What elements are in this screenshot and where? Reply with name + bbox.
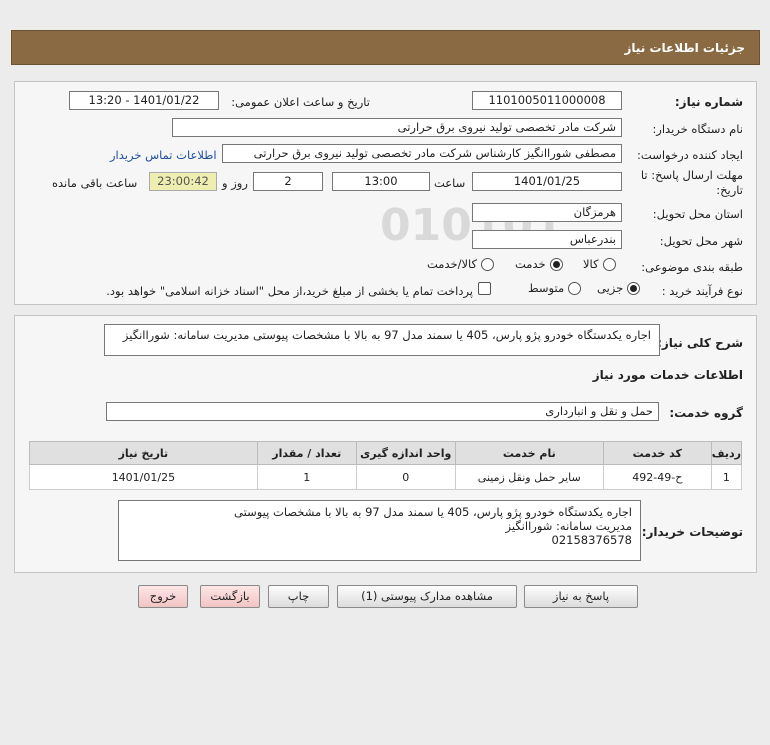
province-label: استان محل تحویل: (652, 207, 743, 221)
cell-quantity: 1 (256, 464, 357, 490)
back-button[interactable]: بازگشت (200, 585, 260, 608)
col-quantity: تعداد / مقدار (256, 441, 357, 465)
print-button[interactable]: چاپ (268, 585, 329, 608)
category-goods-label: کالا (583, 257, 599, 271)
buyer-contact-link[interactable]: اطلاعات تماس خریدار (110, 148, 217, 162)
col-service-name: نام خدمت (454, 441, 604, 465)
remaining-label: ساعت باقی مانده (52, 176, 138, 190)
purchase-label: نوع فرآیند خرید : (661, 284, 743, 298)
purchase-partial-label: جزیی (597, 281, 624, 295)
radio-partial[interactable] (627, 281, 641, 295)
purchase-medium-label: متوسط (528, 281, 565, 295)
buyer-notes-line-3: 02158376578 (551, 533, 632, 547)
category-goods-service-label: کالا/خدمت (427, 257, 478, 271)
services-table: ردیف کد خدمت نام خدمت واحد اندازه گیری ت… (29, 441, 743, 490)
city-field: بندرعباس (472, 230, 622, 249)
category-service-label: خدمت (515, 257, 546, 271)
table-row: 1 ح-49-492 سایر حمل ونقل زمینی 0 1 1401/… (29, 464, 743, 490)
deadline-time-label: ساعت (434, 176, 466, 190)
table-header-row: ردیف کد خدمت نام خدمت واحد اندازه گیری ت… (29, 441, 743, 465)
buyer-notes-box: اجاره یکدستگاه خودرو پژو پارس، 405 یا سم… (118, 500, 641, 561)
service-group-label: گروه خدمت: (669, 406, 743, 420)
deadline-time-field: 13:00 (332, 172, 430, 191)
col-unit: واحد اندازه گیری (355, 441, 456, 465)
col-service-code: کد خدمت (602, 441, 712, 465)
radio-medium[interactable] (568, 281, 582, 295)
cell-row: 1 (710, 464, 743, 490)
summary-text: اجاره یکدستگاه خودرو پژو پارس، 405 یا سم… (122, 328, 651, 342)
view-documents-button[interactable]: مشاهده مدارک پیوستی (1) (337, 585, 517, 608)
need-number-label: شماره نیاز: (674, 95, 743, 109)
cell-need-date: 1401/01/25 (29, 464, 258, 490)
service-group-field: حمل و نقل و انبارداری (106, 402, 659, 421)
buyer-notes-line-2: مدیریت سامانه: شوراانگیز (505, 519, 632, 533)
deadline-label: مهلت ارسال پاسخ: تا (640, 168, 743, 182)
buyer-label: نام دستگاه خریدار: (652, 122, 743, 136)
announce-label: تاریخ و ساعت اعلان عمومی: (231, 95, 370, 109)
category-option-service[interactable]: خدمت (515, 257, 563, 271)
purchase-option-medium[interactable]: متوسط (528, 281, 582, 295)
cell-service-name: سایر حمل ونقل زمینی (454, 464, 604, 490)
days-label: روز و (222, 176, 248, 190)
services-heading: اطلاعات خدمات مورد نیاز (592, 368, 743, 382)
announce-field: 1401/01/22 - 13:20 (69, 91, 219, 110)
remaining-time-field: 23:00:42 (149, 172, 217, 191)
province-field: هرمزگان (472, 203, 622, 222)
payment-note: پرداخت تمام یا بخشی از مبلغ خرید،از محل … (106, 284, 473, 298)
category-label: طبقه بندی موضوعی: (641, 260, 743, 274)
radio-service[interactable] (549, 257, 563, 271)
creator-field: مصطفی شوراانگیز کارشناس شرکت مادر تخصصی … (222, 144, 622, 163)
category-option-goods[interactable]: کالا (583, 257, 616, 271)
buyer-notes-label: توضیحات خریدار: (641, 525, 743, 539)
cell-service-code: ح-49-492 (602, 464, 712, 490)
radio-goods[interactable] (602, 257, 616, 271)
creator-label: ایجاد کننده درخواست: (637, 148, 743, 162)
deadline-date-field: 1401/01/25 (472, 172, 622, 191)
col-need-date: تاریخ نیاز (29, 441, 258, 465)
category-option-goods-service[interactable]: کالا/خدمت (427, 257, 495, 271)
reply-button[interactable]: پاسخ به نیاز (524, 585, 638, 608)
deadline-label-date: تاریخ: (716, 183, 743, 197)
buyer-notes-line-1: اجاره یکدستگاه خودرو پژو پارس، 405 یا سم… (234, 505, 632, 519)
summary-box: اجاره یکدستگاه خودرو پژو پارس، 405 یا سم… (104, 324, 660, 356)
summary-label: شرح کلی نیاز: (657, 336, 743, 350)
days-field: 2 (253, 172, 323, 191)
exit-button[interactable]: خروج (138, 585, 188, 608)
need-number-field: 1101005011000008 (472, 91, 622, 110)
buyer-field: شرکت مادر تخصصی تولید نیروی برق حرارتی (172, 118, 622, 137)
radio-goods-service[interactable] (481, 257, 495, 271)
purchase-option-partial[interactable]: جزیی (597, 281, 641, 295)
page-header: جزئیات اطلاعات نیاز (11, 30, 760, 65)
cell-unit: 0 (355, 464, 456, 490)
treasury-checkbox[interactable] (478, 282, 491, 295)
page-title: جزئیات اطلاعات نیاز (624, 41, 745, 55)
city-label: شهر محل تحویل: (659, 234, 743, 248)
col-row: ردیف (710, 441, 743, 465)
